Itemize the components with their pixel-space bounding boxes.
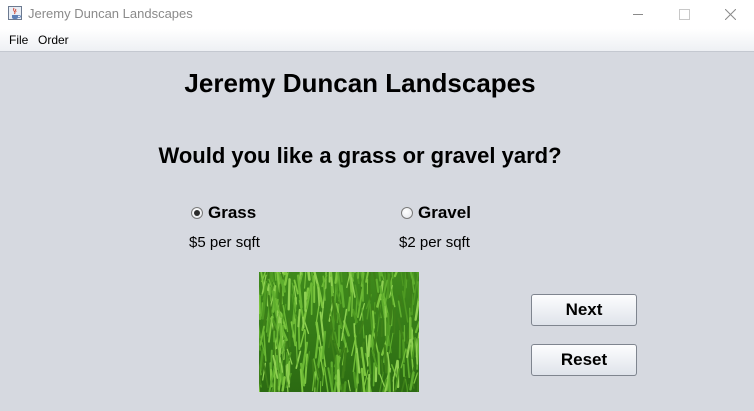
grass-price: $5 per sqft bbox=[189, 234, 260, 251]
grass-radio-label: Grass bbox=[208, 203, 257, 222]
menu-file[interactable]: File bbox=[9, 33, 28, 47]
gravel-radio-option[interactable]: Gravel bbox=[401, 203, 471, 223]
close-icon bbox=[724, 9, 736, 20]
java-app-icon bbox=[8, 6, 22, 20]
menu-order[interactable]: Order bbox=[38, 33, 69, 47]
minimize-icon bbox=[632, 14, 643, 15]
reset-button[interactable]: Reset bbox=[531, 344, 637, 376]
gravel-radio-label: Gravel bbox=[418, 203, 471, 222]
radio-selected-dot bbox=[194, 210, 200, 216]
page-title: Jeremy Duncan Landscapes bbox=[184, 68, 536, 98]
close-button[interactable] bbox=[707, 0, 753, 29]
minimize-button[interactable] bbox=[615, 0, 661, 29]
content-panel: Jeremy Duncan Landscapes Would you like … bbox=[0, 52, 754, 411]
title-bar: Jeremy Duncan Landscapes bbox=[0, 0, 754, 29]
next-button[interactable]: Next bbox=[531, 294, 637, 326]
grass-radio-button[interactable] bbox=[191, 207, 203, 219]
maximize-button[interactable] bbox=[661, 0, 707, 29]
window-title: Jeremy Duncan Landscapes bbox=[28, 6, 193, 21]
grass-radio-option[interactable]: Grass bbox=[191, 203, 256, 223]
grass-image bbox=[259, 272, 419, 392]
maximize-icon bbox=[678, 9, 690, 20]
menu-bar: File Order bbox=[0, 29, 754, 52]
question-text: Would you like a grass or gravel yard? bbox=[158, 143, 562, 168]
gravel-price: $2 per sqft bbox=[399, 234, 470, 251]
gravel-radio-button[interactable] bbox=[401, 207, 413, 219]
